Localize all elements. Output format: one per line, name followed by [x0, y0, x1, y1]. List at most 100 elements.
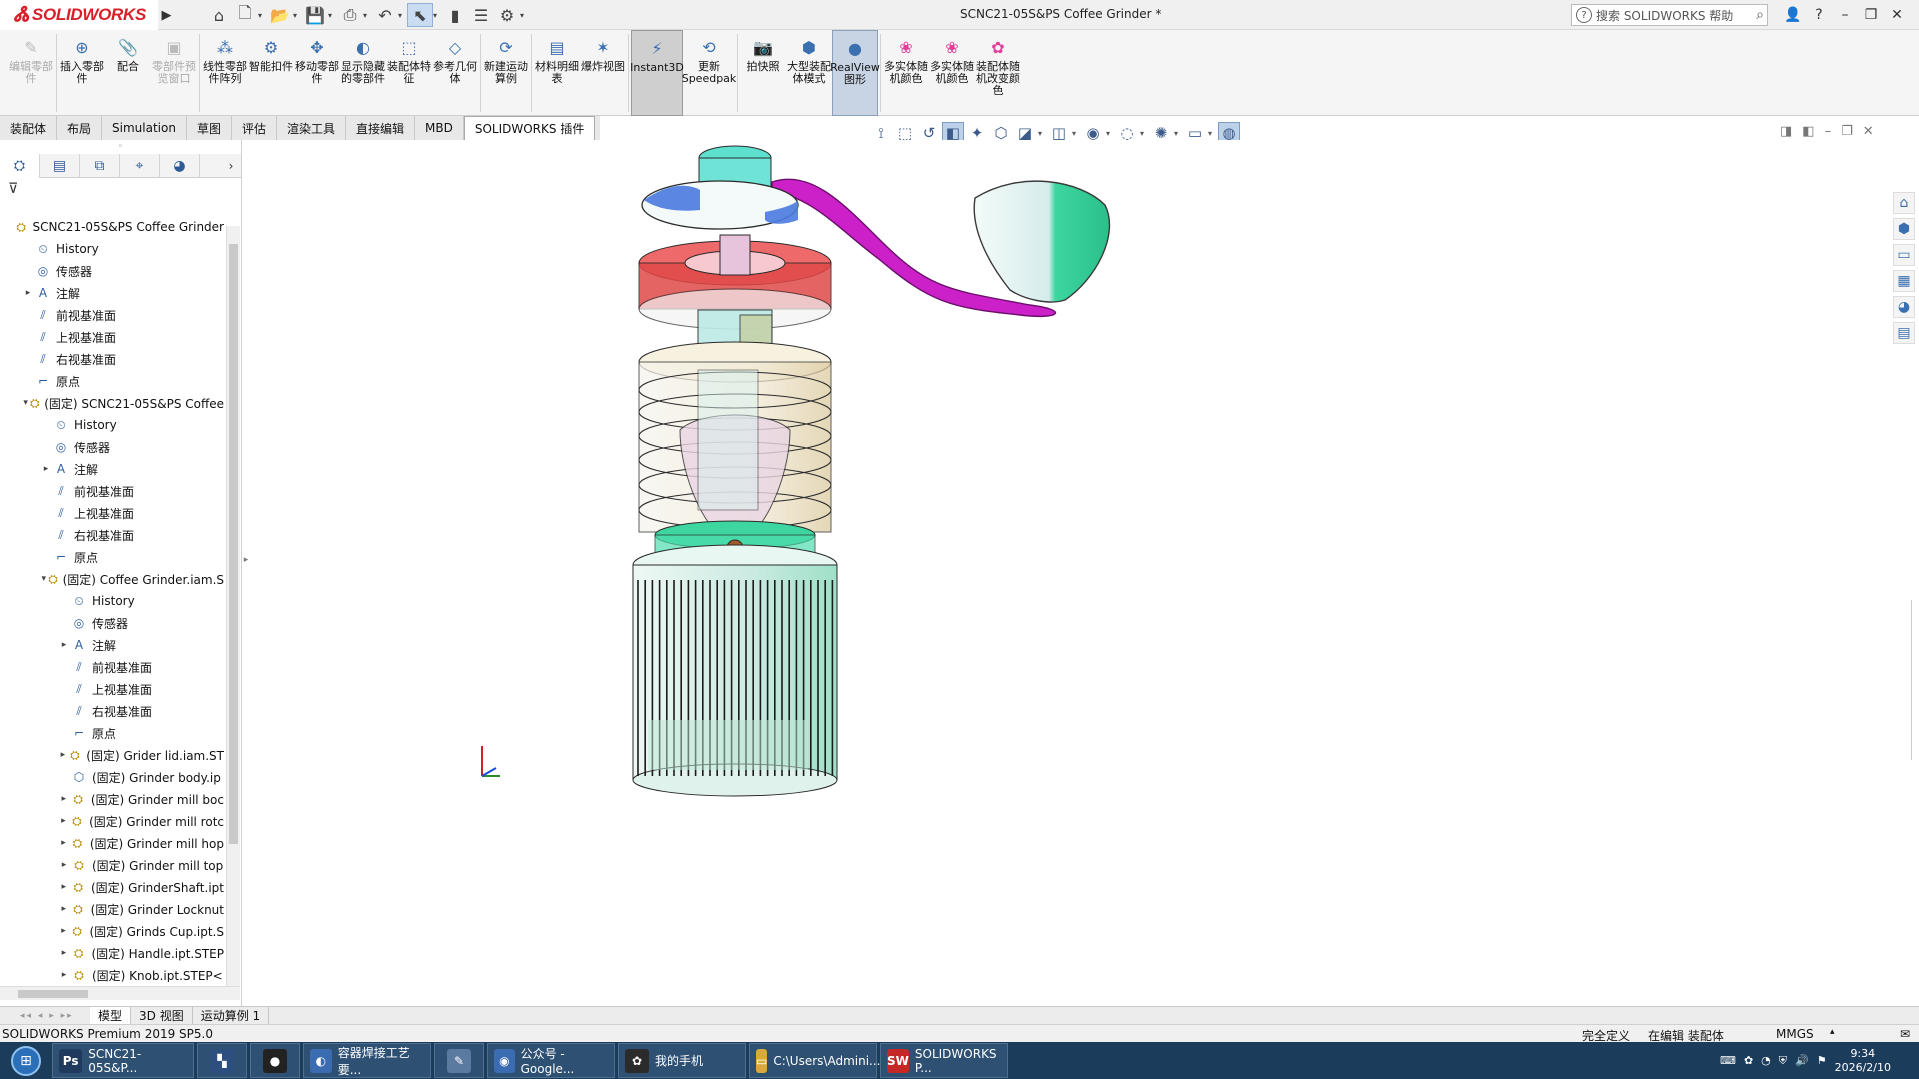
expand-toggle-icon[interactable]: ▸: [58, 750, 68, 760]
taskbar-item[interactable]: ✎: [434, 1043, 484, 1078]
tree-node[interactable]: ▾ ⛭ (固定) SCNC21-05S&PS Coffee: [0, 392, 224, 414]
security-icon[interactable]: ⛨: [1779, 1054, 1787, 1068]
configurationmanager-tab-icon[interactable]: ⧉: [80, 154, 120, 178]
dimxpert-tab-icon[interactable]: ⌖: [120, 154, 160, 178]
new-document-icon[interactable]: 🗋: [232, 3, 258, 27]
ribbon-insert-button[interactable]: ⊕ 插入零部件: [59, 30, 105, 116]
chevron-down-icon[interactable]: ▾: [433, 11, 442, 20]
traffic-light-icon[interactable]: ▮: [442, 3, 468, 27]
ribbon-edit-button[interactable]: ✎ 编辑零部件: [8, 30, 54, 116]
ribbon-asmfeature-button[interactable]: ⬚ 装配体特征: [386, 30, 432, 116]
panel-grip[interactable]: ◦: [0, 140, 241, 154]
taskbar-item[interactable]: Ps SCNC21-05S&P...: [52, 1043, 194, 1078]
tree-node[interactable]: ⌐ 原点: [0, 722, 224, 744]
expand-toggle-icon[interactable]: ▸: [58, 970, 70, 980]
minimize-icon[interactable]: –: [1825, 124, 1832, 139]
ribbon-smartfast-button[interactable]: ⚙ 智能扣件: [248, 30, 294, 116]
tree-node[interactable]: ⫽ 上视基准面: [0, 678, 224, 700]
chevron-down-icon[interactable]: ▾: [1038, 129, 1046, 138]
tree-node[interactable]: ▸ A 注解: [0, 458, 224, 480]
custom-properties-icon[interactable]: ▤: [1893, 322, 1915, 344]
home-icon[interactable]: ⌂: [206, 3, 232, 27]
split-left-icon[interactable]: ◨: [1780, 124, 1792, 139]
network-icon[interactable]: ◔: [1761, 1054, 1771, 1067]
flag-icon[interactable]: ⚑: [1817, 1054, 1827, 1067]
tab-3d-view[interactable]: 3D 视图: [131, 1006, 193, 1025]
expand-toggle-icon[interactable]: ▸: [58, 948, 70, 958]
split-right-icon[interactable]: ◧: [1802, 124, 1814, 139]
qq-tray-icon[interactable]: ✿: [1744, 1054, 1753, 1067]
taskbar-item[interactable]: ▚: [197, 1043, 247, 1078]
chevron-down-icon[interactable]: ▾: [328, 11, 337, 20]
search-icon[interactable]: ⌕: [1756, 7, 1764, 23]
ribbon-multibody2-button[interactable]: ❀ 多实体随机颜色: [929, 30, 975, 116]
undo-icon[interactable]: ↶: [372, 3, 398, 27]
clock[interactable]: 9:34 2026/2/10: [1835, 1047, 1891, 1075]
chevron-down-icon[interactable]: ▾: [520, 11, 529, 20]
chevron-down-icon[interactable]: ▾: [1208, 129, 1216, 138]
file-properties-icon[interactable]: ☰: [468, 3, 494, 27]
select-pointer-icon[interactable]: ⬉: [407, 3, 433, 27]
chevron-up-icon[interactable]: ▴: [1830, 1027, 1835, 1037]
home-icon[interactable]: ⌂: [1893, 192, 1915, 214]
taskbar-item[interactable]: SW SOLIDWORKS P...: [880, 1043, 1008, 1078]
tree-node[interactable]: ▸ ⛭ (固定) Grider lid.iam.ST: [0, 744, 224, 766]
tab-6[interactable]: 直接编辑: [346, 116, 416, 140]
tree-node[interactable]: ◎ 传感器: [0, 436, 224, 458]
expand-toggle-icon[interactable]: ▸: [22, 288, 34, 298]
print-icon[interactable]: ⎙: [337, 3, 363, 27]
taskbar-item[interactable]: ◐ 容器焊接工艺要...: [303, 1043, 431, 1078]
tree-node[interactable]: ▸ ⛭ (固定) Grinder mill rotc: [0, 810, 224, 832]
tree-node[interactable]: ⌐ 原点: [0, 546, 224, 568]
tree-node[interactable]: ▸ ⛭ (固定) Knob.ipt.STEP<: [0, 964, 224, 983]
solidworks-logo[interactable]: Ꮬ SOLIDWORKS: [0, 0, 158, 30]
tree-node[interactable]: ⫽ 上视基准面: [0, 326, 224, 348]
chevron-right-icon[interactable]: ›: [221, 154, 241, 177]
help-search[interactable]: ? 搜索 SOLIDWORKS 帮助 ⌕: [1571, 4, 1768, 26]
save-icon[interactable]: 💾: [302, 3, 328, 27]
ribbon-linear-button[interactable]: ⁂ 线性零部件阵列: [202, 30, 248, 116]
tab-scroll-arrows-icon[interactable]: ◂◂ ◂ ▸ ▸▸: [0, 1011, 90, 1021]
status-units[interactable]: MMGS: [1776, 1027, 1814, 1041]
tree-node[interactable]: ◎ 传感器: [0, 260, 224, 282]
chevron-down-icon[interactable]: ▾: [1140, 129, 1148, 138]
chevron-down-icon[interactable]: ▾: [258, 11, 267, 20]
expand-toggle-icon[interactable]: ▸: [58, 794, 70, 804]
tree-node[interactable]: ⬡ (固定) Grinder body.ip: [0, 766, 224, 788]
tree-node[interactable]: ⫽ 右视基准面: [0, 524, 224, 546]
ribbon-multibody1-button[interactable]: ❀ 多实体随机颜色: [883, 30, 929, 116]
expand-toggle-icon[interactable]: ▾: [40, 574, 47, 584]
tree-node[interactable]: ▸ ⛭ (固定) Grinder mill top: [0, 854, 224, 876]
close-icon[interactable]: ✕: [1863, 124, 1874, 139]
tree-node[interactable]: ⫽ 上视基准面: [0, 502, 224, 524]
tree-node[interactable]: ◎ 传感器: [0, 612, 224, 634]
tree-horizontal-scrollbar[interactable]: [0, 986, 240, 1000]
chevron-down-icon[interactable]: ▾: [398, 11, 407, 20]
coffee-grinder-model[interactable]: [229, 140, 1890, 1006]
view-palette-icon[interactable]: ▦: [1893, 270, 1915, 292]
menu-expand-icon[interactable]: ▶: [160, 0, 173, 30]
tree-node[interactable]: ▸ ⛭ (固定) Grinder Locknut: [0, 898, 224, 920]
open-folder-icon[interactable]: 📂: [267, 3, 293, 27]
appearances-icon[interactable]: ◕: [1893, 296, 1915, 318]
design-library-icon[interactable]: ⬢: [1893, 218, 1915, 240]
chevron-down-icon[interactable]: ▾: [293, 11, 302, 20]
ribbon-asmrandom-button[interactable]: ✿ 装配体随机改变颜色: [975, 30, 1021, 116]
restore-icon[interactable]: ❐: [1841, 124, 1853, 139]
minimize-icon[interactable]: –: [1834, 0, 1856, 30]
tree-node[interactable]: ⌐ 原点: [0, 370, 224, 392]
tree-node[interactable]: ▸ ⛭ (固定) Handle.ipt.STEP: [0, 942, 224, 964]
tab-3[interactable]: 草图: [187, 116, 232, 140]
tree-node[interactable]: ⛭ SCNC21-05S&PS Coffee Grinder: [0, 216, 224, 238]
expand-toggle-icon[interactable]: ▸: [58, 860, 70, 870]
expand-toggle-icon[interactable]: ▸: [40, 464, 52, 474]
volume-icon[interactable]: 🔊: [1795, 1054, 1809, 1067]
displaymanager-tab-icon[interactable]: ◕: [160, 154, 200, 178]
tab-5[interactable]: 渲染工具: [277, 116, 346, 140]
taskbar-item[interactable]: ▭ C:\Users\Admini...: [749, 1043, 880, 1078]
tree-node[interactable]: ⏲ History: [0, 238, 224, 260]
tree-node[interactable]: ▸ ⛭ (固定) Grinder mill boc: [0, 788, 225, 810]
start-button[interactable]: ⊞: [0, 1042, 52, 1079]
featuremanager-tab-icon[interactable]: ⛭: [0, 154, 40, 178]
close-icon[interactable]: ✕: [1886, 0, 1908, 30]
